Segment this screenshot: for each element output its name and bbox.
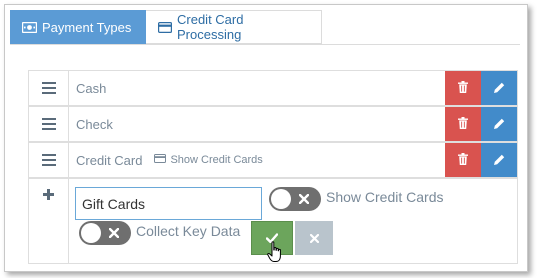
money-icon	[22, 21, 37, 33]
payment-type-row: Check	[28, 106, 518, 142]
tab-divider	[10, 44, 520, 45]
delete-button[interactable]	[445, 71, 481, 105]
close-icon	[309, 231, 319, 246]
pencil-icon	[493, 117, 505, 132]
edit-button[interactable]	[481, 107, 517, 141]
edit-button[interactable]	[481, 143, 517, 177]
pencil-icon	[493, 153, 505, 168]
show-credit-cards-toggle-label: Show Credit Cards	[326, 189, 444, 205]
trash-icon	[458, 152, 468, 168]
trash-icon	[458, 80, 468, 96]
delete-button[interactable]	[445, 107, 481, 141]
trash-icon	[458, 116, 468, 132]
collect-key-data-toggle[interactable]	[79, 221, 131, 245]
drag-handle-icon[interactable]	[29, 143, 69, 177]
toggle-knob	[81, 223, 101, 243]
payment-type-row: Credit Card Show Credit Cards	[28, 142, 518, 178]
toggle-knob	[271, 189, 291, 209]
payment-type-name-input[interactable]	[75, 187, 262, 220]
payment-type-row: Cash	[28, 70, 518, 106]
drag-handle-icon[interactable]	[29, 107, 69, 141]
show-credit-cards-label: Show Credit Cards	[170, 154, 263, 166]
credit-card-icon	[154, 154, 170, 166]
payment-type-label: Cash	[76, 80, 107, 96]
tab-bar: Payment Types Credit Card Processing	[10, 10, 322, 44]
pencil-icon	[493, 81, 505, 96]
drag-handle-icon[interactable]	[29, 71, 69, 105]
tab-credit-card-processing[interactable]: Credit Card Processing	[146, 10, 322, 44]
hand-cursor-icon	[267, 241, 283, 266]
show-credit-cards-toggle[interactable]	[269, 187, 321, 211]
add-icon	[29, 179, 69, 263]
cancel-button[interactable]	[295, 221, 333, 255]
edit-button[interactable]	[481, 71, 517, 105]
payment-type-label: Check	[76, 116, 113, 132]
close-icon	[296, 191, 312, 207]
tab-payment-types-label: Payment Types	[42, 19, 132, 35]
payment-type-label: Credit Card	[76, 152, 143, 168]
add-payment-type-row: Show Credit Cards Collect Key Data	[28, 178, 518, 264]
collect-key-data-toggle-label: Collect Key Data	[136, 223, 241, 239]
tab-payment-types[interactable]: Payment Types	[10, 10, 146, 44]
close-icon	[106, 225, 122, 241]
tab-credit-card-processing-label: Credit Card Processing	[177, 12, 244, 42]
delete-button[interactable]	[445, 143, 481, 177]
credit-card-icon	[158, 21, 172, 33]
show-credit-cards-link[interactable]: Show Credit Cards	[154, 154, 263, 166]
